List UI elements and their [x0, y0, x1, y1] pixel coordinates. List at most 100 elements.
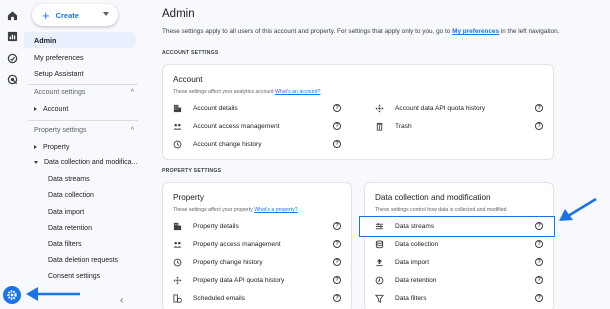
property-card-desc: These settings affect your property What… — [173, 207, 298, 213]
whats-a-property-link[interactable]: What's a property? — [254, 207, 297, 213]
scheduled-emails-label: Scheduled emails — [193, 294, 246, 302]
property-settings-header[interactable]: Property settings ^ — [34, 127, 134, 134]
help-icon[interactable]: ? — [333, 122, 341, 130]
account-label: Account — [43, 106, 69, 113]
data-collection-row[interactable]: Data collection — [374, 236, 438, 252]
move-icon — [374, 103, 384, 113]
history-icon — [172, 257, 182, 267]
sidebar-item-account[interactable]: Account — [34, 106, 68, 113]
help-icon[interactable]: ? — [333, 140, 341, 148]
chevron-up-icon: ^ — [130, 89, 134, 96]
people-icon — [172, 239, 182, 249]
data-filters-label: Data filters — [395, 294, 427, 302]
help-icon[interactable]: ? — [535, 294, 543, 302]
help-icon[interactable]: ? — [333, 294, 341, 302]
sidebar-item-data-import[interactable]: Data import — [48, 209, 84, 216]
data-retention-row[interactable]: Data retention — [374, 272, 436, 288]
property-card-title: Property — [173, 193, 204, 202]
property-api-quota-label: Property data API quota history — [193, 276, 285, 284]
account-details-row[interactable]: Account details — [172, 100, 238, 116]
account-access-row[interactable]: Account access management — [172, 118, 280, 134]
collapse-arrow-icon — [34, 160, 38, 164]
sidebar-item-my-preferences[interactable]: My preferences — [28, 49, 136, 65]
property-change-history-label: Property change history — [193, 258, 263, 266]
explore-icon[interactable] — [6, 52, 18, 64]
trash-label: Trash — [395, 122, 412, 130]
data-streams-row[interactable]: Data streams — [374, 218, 434, 234]
divider — [28, 120, 138, 121]
account-access-label: Account access management — [193, 122, 280, 130]
caret-down-icon — [103, 12, 109, 16]
home-icon[interactable] — [6, 9, 18, 21]
data-retention-label: Data retention — [395, 276, 437, 284]
annotation-arrow-data-streams — [559, 197, 597, 221]
property-label: Property — [43, 144, 70, 151]
account-settings-header[interactable]: Account settings ^ — [34, 89, 134, 96]
collapse-sidebar-icon[interactable]: ‹ — [120, 295, 123, 306]
create-button[interactable]: + Create — [32, 4, 118, 26]
admin-sidebar: + Create Admin My preferences Setup Assi… — [24, 0, 142, 309]
data-collection-card-desc: These settings control how data is colle… — [375, 207, 507, 213]
sidebar-item-data-deletion[interactable]: Data deletion requests — [48, 257, 118, 264]
account-desc-text: These settings affect your analytics acc… — [173, 89, 274, 95]
annotation-arrow-gear — [26, 287, 80, 301]
help-icon[interactable]: ? — [535, 276, 543, 284]
help-icon[interactable]: ? — [333, 240, 341, 248]
help-icon[interactable]: ? — [535, 222, 543, 230]
data-collection-label: Data collection and modifica... — [44, 159, 138, 166]
upload-icon — [374, 257, 384, 267]
data-filters-row[interactable]: Data filters — [374, 290, 427, 306]
page-subtitle: These settings apply to all users of thi… — [162, 28, 559, 35]
account-settings-section-label: ACCOUNT SETTINGS — [162, 50, 219, 56]
sidebar-item-data-collection[interactable]: Data collection and modifica... — [34, 159, 137, 166]
sidebar-item-consent-settings[interactable]: Consent settings — [48, 273, 100, 280]
data-import-label: Data import — [395, 258, 430, 266]
building-icon — [172, 103, 182, 113]
help-icon[interactable]: ? — [535, 240, 543, 248]
reports-icon[interactable] — [6, 30, 18, 42]
account-api-quota-row[interactable]: Account data API quota history — [374, 100, 485, 116]
help-icon[interactable]: ? — [333, 276, 341, 284]
gear-icon[interactable] — [3, 286, 21, 304]
sidebar-item-data-collection-sub[interactable]: Data collection — [48, 192, 94, 199]
sidebar-item-data-streams[interactable]: Data streams — [48, 176, 90, 183]
sidebar-item-property[interactable]: Property — [34, 144, 69, 151]
icon-rail — [0, 0, 24, 309]
people-icon — [172, 121, 182, 131]
help-icon[interactable]: ? — [333, 258, 341, 266]
account-settings-label: Account settings — [34, 89, 86, 96]
trash-row[interactable]: Trash — [374, 118, 412, 134]
account-change-history-label: Account change history — [193, 140, 262, 148]
help-icon[interactable]: ? — [535, 104, 543, 112]
property-change-history-row[interactable]: Property change history — [172, 254, 263, 270]
retention-icon — [374, 275, 384, 285]
subtitle-text: These settings apply to all users of thi… — [162, 28, 451, 35]
property-access-label: Property access management — [193, 240, 281, 248]
filter-icon — [374, 293, 384, 303]
my-preferences-link[interactable]: My preferences — [452, 28, 499, 35]
whats-an-account-link[interactable]: What's an account? — [275, 89, 320, 95]
scheduled-emails-row[interactable]: Scheduled emails — [172, 290, 245, 306]
expand-arrow-icon — [34, 107, 37, 112]
account-card-desc: These settings affect your analytics acc… — [173, 89, 320, 95]
expand-arrow-icon — [34, 145, 37, 150]
help-icon[interactable]: ? — [535, 122, 543, 130]
database-icon — [374, 239, 384, 249]
help-icon[interactable]: ? — [535, 258, 543, 266]
account-details-label: Account details — [193, 104, 238, 112]
data-collection-card-title: Data collection and modification — [375, 193, 491, 202]
property-details-row[interactable]: Property details — [172, 218, 239, 234]
subtitle-text-end: in the left navigation. — [500, 28, 560, 35]
property-settings-label: Property settings — [34, 127, 87, 134]
help-icon[interactable]: ? — [333, 104, 341, 112]
account-change-history-row[interactable]: Account change history — [172, 136, 262, 152]
advertising-icon[interactable] — [6, 73, 18, 85]
sidebar-item-admin[interactable]: Admin — [24, 32, 136, 48]
property-access-row[interactable]: Property access management — [172, 236, 281, 252]
sidebar-item-data-filters[interactable]: Data filters — [48, 241, 81, 248]
property-api-quota-row[interactable]: Property data API quota history — [172, 272, 284, 288]
help-icon[interactable]: ? — [333, 222, 341, 230]
sidebar-item-data-retention[interactable]: Data retention — [48, 225, 92, 232]
data-import-row[interactable]: Data import — [374, 254, 429, 270]
sidebar-item-setup-assistant[interactable]: Setup Assistant — [28, 65, 136, 81]
